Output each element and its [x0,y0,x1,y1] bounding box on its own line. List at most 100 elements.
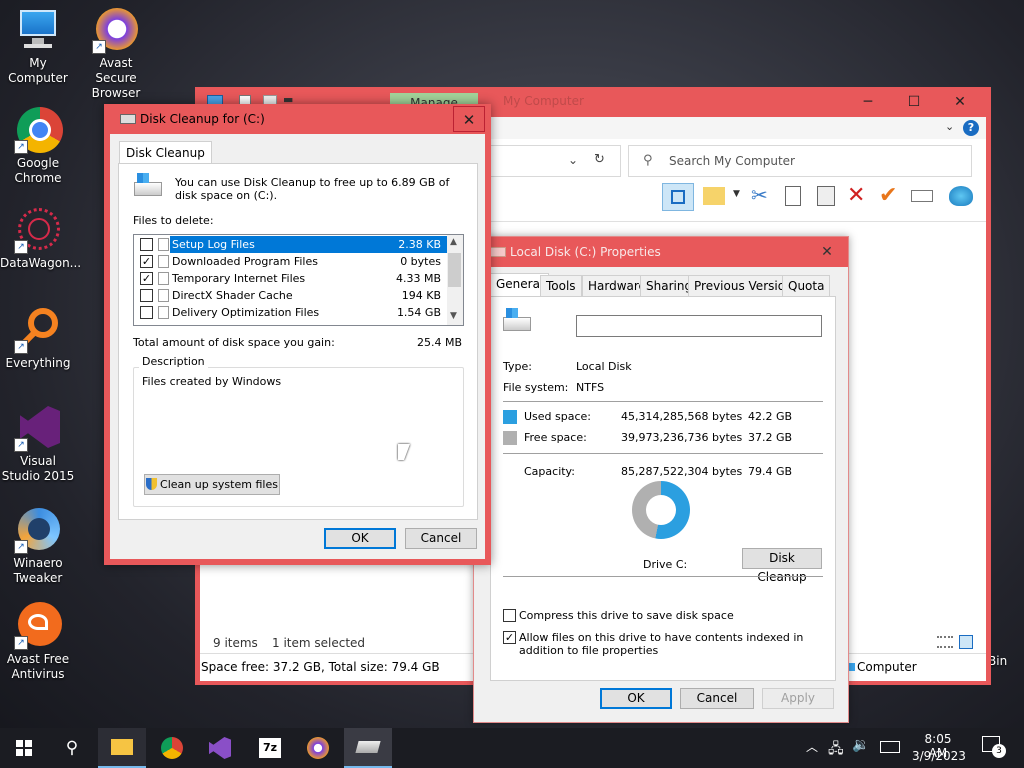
cleanup-ok-button[interactable]: OK [324,528,396,549]
delete-icon[interactable]: ✕ [847,183,865,208]
file-row[interactable]: ✓ Temporary Internet Files 4.33 MB [134,270,447,287]
file-row[interactable]: Delivery Optimization Files 1.54 GB [134,304,447,321]
disk-cleanup-icon [355,741,381,753]
status-space: Space free: 37.2 GB, Total size: 79.4 GB [201,660,440,674]
free-space-swatch [503,431,517,445]
desktop-icon-visual-studio[interactable]: ↗ Visual Studio 2015 [0,404,76,484]
explorer-title: My Computer [503,94,584,108]
taskbar-disk-cleanup[interactable] [344,728,392,768]
taskbar: ⚲ 7z ︿ 🖧 🔉 8:05 AM 3/9/2023 3 [0,728,1024,768]
desktop-icon-label: Google Chrome [14,156,62,185]
nav-computer-item[interactable]: Computer [845,660,917,674]
scroll-thumb[interactable] [448,253,461,287]
close-button[interactable]: ✕ [937,87,983,117]
file-type-icon [158,255,169,268]
taskbar-chrome[interactable] [148,728,196,768]
checkmark-icon[interactable]: ✔ [879,183,897,208]
search-icon: ⚲ [643,153,653,168]
toolbar-preview-pane-icon[interactable] [662,183,694,211]
drive-name-input[interactable] [576,315,822,337]
refresh-icon[interactable]: ↻ [594,152,605,167]
taskbar-visual-studio[interactable] [196,728,244,768]
properties-cancel-button[interactable]: Cancel [680,688,754,709]
file-name: Setup Log Files [172,238,255,251]
chrome-icon: ↗ [14,106,63,154]
tab-disk-cleanup[interactable]: Disk Cleanup [119,141,212,164]
type-value: Local Disk [576,360,632,373]
index-checkbox[interactable]: ✓ [503,631,516,644]
paste-icon[interactable] [817,186,835,206]
view-tiles-icon[interactable] [959,635,973,649]
properties-apply-button[interactable]: Apply [762,688,834,709]
file-checkbox[interactable] [140,238,153,251]
maximize-button[interactable]: ☐ [891,87,937,117]
file-checkbox[interactable] [140,306,153,319]
file-type-icon [158,238,169,251]
ribbon-expand-icon[interactable]: ⌄ [945,120,954,133]
desktop-icon-chrome[interactable]: ↗ Google Chrome [0,106,76,186]
search-input[interactable]: ⚲ Search My Computer [628,145,972,177]
desktop-icon-everything[interactable]: ↗ Everything [0,306,76,371]
cut-icon[interactable]: ✂ [751,183,768,207]
scroll-up-icon[interactable]: ▲ [450,237,457,247]
cleanup-close-button[interactable]: ✕ [453,106,485,132]
compress-checkbox[interactable] [503,609,516,622]
chrome-icon [161,737,183,759]
taskbar-7zip[interactable]: 7z [246,728,294,768]
cleanup-intro: You can use Disk Cleanup to free up to 6… [175,176,450,202]
desktop-icon-datawagon[interactable]: ↗ DataWagon... [0,206,81,271]
volume-icon[interactable]: 🔉 [852,737,869,753]
scroll-down-icon[interactable]: ▼ [450,311,457,321]
address-dropdown-icon[interactable]: ⌄ [568,153,578,167]
taskbar-search-button[interactable]: ⚲ [48,728,96,768]
cleanup-system-files-button[interactable]: Clean up system files [144,474,280,495]
file-name: Delivery Optimization Files [172,306,320,319]
disk-cleanup-button[interactable]: Disk Cleanup [742,548,822,584]
desktop-icon-avast-browser[interactable]: ↗ Avast Secure Browser [78,6,154,101]
properties-dialog[interactable]: Local Disk (C:) Properties ✕ General Too… [473,236,849,723]
cleanup-cancel-button[interactable]: Cancel [405,528,477,549]
file-row[interactable]: Setup Log Files 2.38 KB [134,236,447,253]
scrollbar[interactable]: ▲ ▼ [447,235,463,325]
file-checkbox[interactable] [140,289,153,302]
capacity-gb: 79.4 GB [748,465,793,478]
file-name: DirectX Shader Cache [172,289,293,302]
tab-tools[interactable]: Tools [540,275,582,296]
desktop-icon-winaero[interactable]: ↗ Winaero Tweaker [0,506,76,586]
network-tray-icon[interactable]: 🖧 [828,738,844,762]
minimize-button[interactable]: ─ [845,87,891,117]
nav-computer-label: Computer [857,660,917,674]
copy-icon[interactable] [785,186,801,206]
start-button[interactable] [0,728,48,768]
help-icon[interactable]: ? [963,120,979,136]
tab-quota[interactable]: Quota [782,275,831,296]
file-row[interactable]: ✓ Downloaded Program Files 0 bytes [134,253,447,270]
cleanup-title: Disk Cleanup for (C:) [140,112,265,126]
taskbar-avast-browser[interactable] [294,728,342,768]
files-list[interactable]: Setup Log Files 2.38 KB ✓ Downloaded Progra… [133,234,464,326]
properties-close-button[interactable]: ✕ [804,237,850,267]
file-size: 0 bytes [400,255,441,268]
toolbar-dropdown-icon[interactable]: ▼ [733,189,740,199]
description-text: Files created by Windows [142,375,282,388]
used-space-bytes: 45,314,285,568 bytes [621,410,743,423]
keyboard-icon[interactable] [880,741,900,753]
properties-ok-button[interactable]: OK [600,688,672,709]
file-checkbox[interactable]: ✓ [140,255,153,268]
search-placeholder: Search My Computer [669,154,795,168]
desktop-icon-label: Avast Secure Browser [91,56,141,100]
drive-icon [503,308,531,331]
desktop-icon-avast-antivirus[interactable]: ↗ Avast Free Antivirus [0,602,76,682]
rename-icon[interactable] [911,190,933,202]
clock-date[interactable]: 3/9/2023 [912,749,966,763]
network-icon[interactable] [949,186,973,206]
disk-cleanup-dialog[interactable]: Disk Cleanup for (C:) ✕ Disk Cleanup You… [104,104,491,565]
taskbar-file-explorer[interactable] [98,728,146,768]
file-row[interactable]: DirectX Shader Cache 194 KB [134,287,447,304]
tray-chevron-icon[interactable]: ︿ [806,738,818,755]
index-label: Allow files on this drive to have conten… [519,631,804,657]
view-details-icon[interactable] [937,636,953,648]
file-checkbox[interactable]: ✓ [140,272,153,285]
toolbar-folder-icon[interactable] [703,187,725,205]
desktop-icon-my-computer[interactable]: My Computer [0,6,76,86]
